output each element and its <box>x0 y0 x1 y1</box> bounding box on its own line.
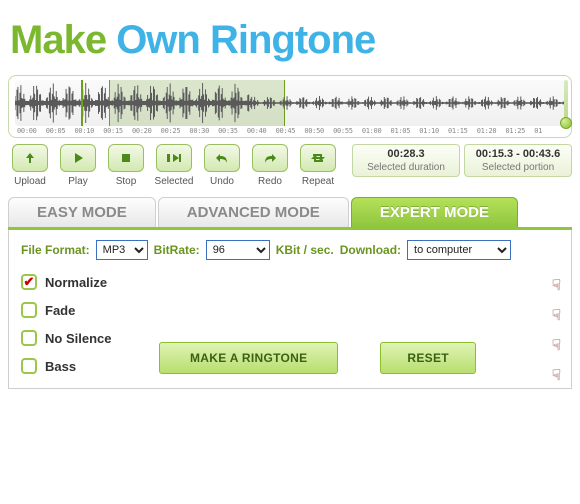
title-word-1: Make <box>10 18 106 62</box>
selected-portion-value: 00:15.3 - 00:43.6 <box>473 148 563 160</box>
action-row: MAKE A RINGTONE RESET <box>159 342 476 374</box>
timeline-tick: 01:15 <box>448 127 477 135</box>
make-ringtone-button[interactable]: MAKE A RINGTONE <box>159 342 338 374</box>
repeat-icon <box>310 151 326 165</box>
redo-tool: Redo <box>248 144 292 187</box>
bitrate-select[interactable]: 96 <box>206 240 270 260</box>
tab-expert-mode[interactable]: EXPERT MODE <box>351 197 518 227</box>
bass-label: Bass <box>45 359 76 374</box>
download-label: Download: <box>340 243 401 257</box>
tab-advanced-mode[interactable]: ADVANCED MODE <box>158 197 349 227</box>
selected-duration-value: 00:28.3 <box>361 148 451 160</box>
download-select[interactable]: to computer <box>407 240 511 260</box>
upload-label: Upload <box>8 176 52 187</box>
fade-checkbox[interactable] <box>21 302 37 318</box>
redo-button[interactable] <box>252 144 288 172</box>
play-tool: Play <box>56 144 100 187</box>
timeline-tick: 00:00 <box>17 127 46 135</box>
upload-tool: Upload <box>8 144 52 187</box>
undo-tool: Undo <box>200 144 244 187</box>
timeline-tick: 01:25 <box>505 127 534 135</box>
timeline-tick: 00:15 <box>103 127 132 135</box>
fade-label: Fade <box>45 303 75 318</box>
timeline-tick: 00:35 <box>218 127 247 135</box>
waveform[interactable] <box>15 80 565 126</box>
stop-tool: Stop <box>104 144 148 187</box>
waveform-cursor[interactable] <box>81 80 83 126</box>
tab-easy-mode[interactable]: EASY MODE <box>8 197 156 227</box>
undo-icon <box>214 151 230 165</box>
timeline-tick: 01:10 <box>419 127 448 135</box>
selected-duration-box: 00:28.3 Selected duration <box>352 144 460 177</box>
play-button[interactable] <box>60 144 96 172</box>
selected-label: Selected <box>152 176 196 187</box>
timeline-tick: 01:05 <box>391 127 420 135</box>
selected-duration-label: Selected duration <box>361 162 451 173</box>
bitrate-label: BitRate: <box>154 243 200 257</box>
zoom-slider[interactable] <box>559 78 573 135</box>
stop-button[interactable] <box>108 144 144 172</box>
repeat-tool: Repeat <box>296 144 340 187</box>
toolbar: Upload Play Stop Selected Undo Redo Repeat 00:… <box>8 144 572 187</box>
selected-portion-label: Selected portion <box>473 162 563 173</box>
undo-button[interactable] <box>204 144 240 172</box>
redo-icon <box>262 151 278 165</box>
nosilence-label: No Silence <box>45 331 111 346</box>
selected-portion-box: 00:15.3 - 00:43.6 Selected portion <box>464 144 572 177</box>
selected-tool: Selected <box>152 144 196 187</box>
zoom-slider-track <box>564 80 568 121</box>
timeline-tick: 00:30 <box>189 127 218 135</box>
waveform-panel: 00:0000:0500:1000:1500:2000:2500:3000:35… <box>8 75 572 138</box>
timeline-tick: 00:25 <box>161 127 190 135</box>
timeline-tick: 00:50 <box>304 127 333 135</box>
selected-button[interactable] <box>156 144 192 172</box>
timeline-tick: 00:45 <box>276 127 305 135</box>
repeat-button[interactable] <box>300 144 336 172</box>
title-word-3: Ringtone <box>210 18 375 62</box>
redo-label: Redo <box>248 176 292 187</box>
undo-label: Undo <box>200 176 244 187</box>
format-row: File Format: MP3 BitRate: 96 KBit / sec.… <box>21 240 559 260</box>
mode-tabs: EASY MODE ADVANCED MODE EXPERT MODE <box>8 197 572 230</box>
waveform-graphic <box>15 80 565 126</box>
app-title: Make Own Ringtone <box>8 0 572 75</box>
option-fade: Fade☟ <box>21 302 559 318</box>
drag-handle-icon[interactable]: ☟ <box>552 366 561 384</box>
option-normalize: Normalize☟ <box>21 274 559 290</box>
timeline-tick: 01:00 <box>362 127 391 135</box>
file-format-label: File Format: <box>21 243 90 257</box>
selected-icon <box>166 151 182 165</box>
timeline-tick: 00:20 <box>132 127 161 135</box>
timeline-tick: 00:40 <box>247 127 276 135</box>
zoom-slider-knob[interactable] <box>560 117 572 129</box>
repeat-label: Repeat <box>296 176 340 187</box>
waveform-timeline: 00:0000:0500:1000:1500:2000:2500:3000:35… <box>15 126 565 135</box>
timeline-tick: 00:55 <box>333 127 362 135</box>
play-icon <box>71 151 85 165</box>
drag-handle-icon[interactable]: ☟ <box>552 306 561 324</box>
drag-handle-icon[interactable]: ☟ <box>552 276 561 294</box>
title-word-2: Own <box>116 18 200 62</box>
timeline-tick: 00:05 <box>46 127 75 135</box>
file-format-select[interactable]: MP3 <box>96 240 148 260</box>
drag-handle-icon[interactable]: ☟ <box>552 336 561 354</box>
timeline-tick: 01:20 <box>477 127 506 135</box>
play-label: Play <box>56 176 100 187</box>
normalize-checkbox[interactable] <box>21 274 37 290</box>
upload-icon <box>23 151 37 165</box>
stop-icon <box>119 151 133 165</box>
nosilence-checkbox[interactable] <box>21 330 37 346</box>
reset-button[interactable]: RESET <box>380 342 476 374</box>
expert-panel: File Format: MP3 BitRate: 96 KBit / sec.… <box>8 230 572 389</box>
upload-button[interactable] <box>12 144 48 172</box>
bitrate-unit-label: KBit / sec. <box>276 243 334 257</box>
timeline-tick: 00:10 <box>74 127 103 135</box>
stop-label: Stop <box>104 176 148 187</box>
bass-checkbox[interactable] <box>21 358 37 374</box>
normalize-label: Normalize <box>45 275 107 290</box>
